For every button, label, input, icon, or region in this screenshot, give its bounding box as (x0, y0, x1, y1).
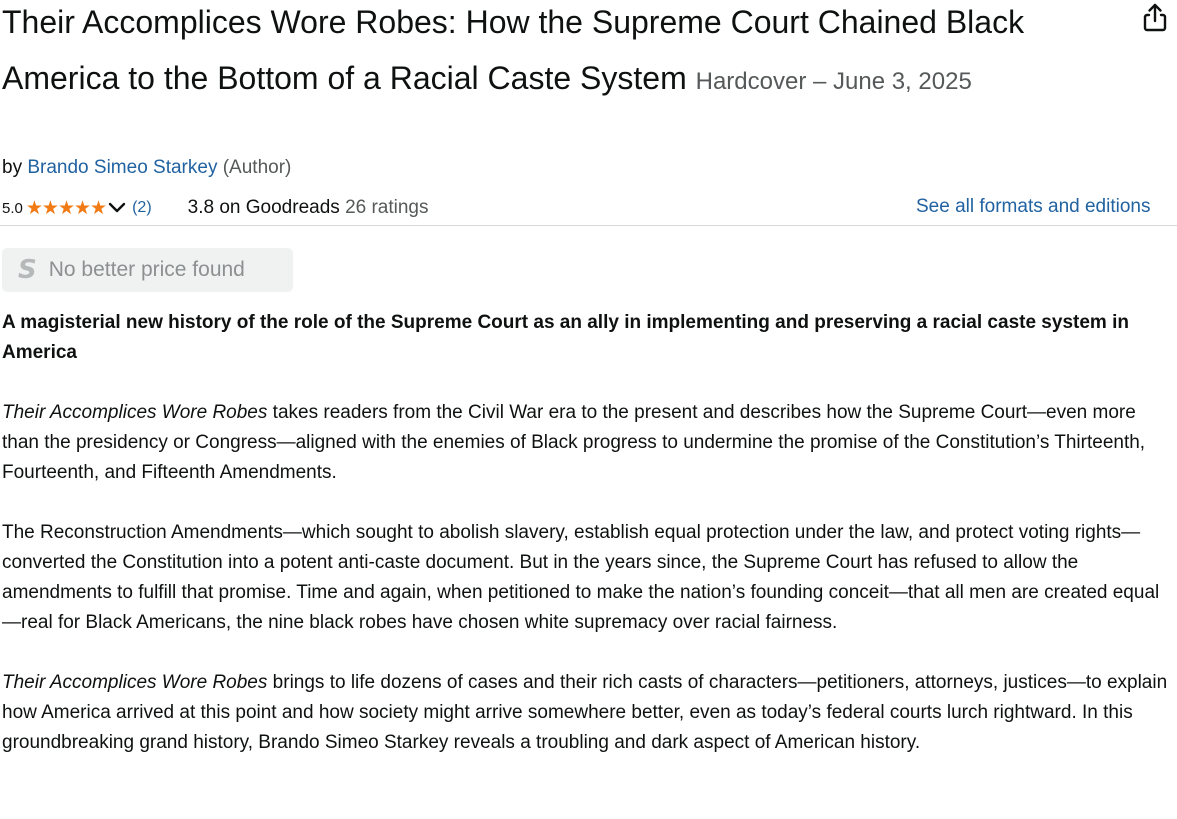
share-icon (1143, 3, 1167, 32)
average-rating: 5.0 (2, 199, 23, 217)
goodreads-rating: 3.8 on Goodreads 26 ratings (188, 197, 429, 219)
chevron-down-icon (108, 202, 126, 213)
format-and-date: Hardcover – June 3, 2025 (695, 68, 972, 95)
book-title-italic: Their Accomplices Wore Robes (2, 672, 268, 693)
byline-prefix: by (2, 157, 23, 178)
share-button[interactable] (1140, 2, 1170, 32)
ratings-row: 5.0 ★ ★ ★ ★ ★ (2) 3.8 on Goodreads 26 rating… (2, 194, 1177, 222)
see-all-formats-link[interactable]: See all formats and editions (916, 194, 1150, 220)
price-tracker-badge[interactable]: S No better price found (2, 248, 293, 292)
star-icon: ★ (25, 197, 43, 219)
price-badge-label: No better price found (48, 258, 245, 281)
product-title-block: Their Accomplices Wore Robes: How the Su… (2, 0, 1132, 110)
author-role: (Author) (222, 157, 292, 178)
description-paragraph-2: The Reconstruction Amendments—which soug… (2, 522, 1160, 633)
description-headline: A magisterial new history of the role of… (2, 312, 1129, 363)
star-icon: ★ (90, 197, 108, 219)
rating-count-link[interactable]: (2) (132, 199, 152, 217)
description-paragraph-3: Their Accomplices Wore Robes brings to l… (2, 668, 1177, 758)
s-logo-icon: S (18, 255, 37, 285)
product-detail-page: Their Accomplices Wore Robes: How the Su… (0, 0, 1177, 819)
rating-dropdown[interactable] (108, 201, 126, 215)
divider (0, 225, 1177, 226)
book-description: A magisterial new history of the role of… (2, 308, 1177, 788)
byline: by Brando Simeo Starkey (Author) (2, 155, 291, 181)
author-link[interactable]: Brando Simeo Starkey (27, 157, 217, 178)
goodreads-count: 26 ratings (345, 197, 429, 218)
book-title-italic: Their Accomplices Wore Robes (2, 402, 268, 423)
description-paragraph-1: Their Accomplices Wore Robes takes reade… (2, 398, 1177, 488)
goodreads-score: 3.8 on Goodreads (187, 197, 340, 218)
star-icon: ★ (57, 197, 75, 219)
star-icon: ★ (41, 197, 59, 219)
star-icon: ★ (74, 197, 92, 219)
star-rating[interactable]: ★ ★ ★ ★ ★ (25, 197, 108, 219)
